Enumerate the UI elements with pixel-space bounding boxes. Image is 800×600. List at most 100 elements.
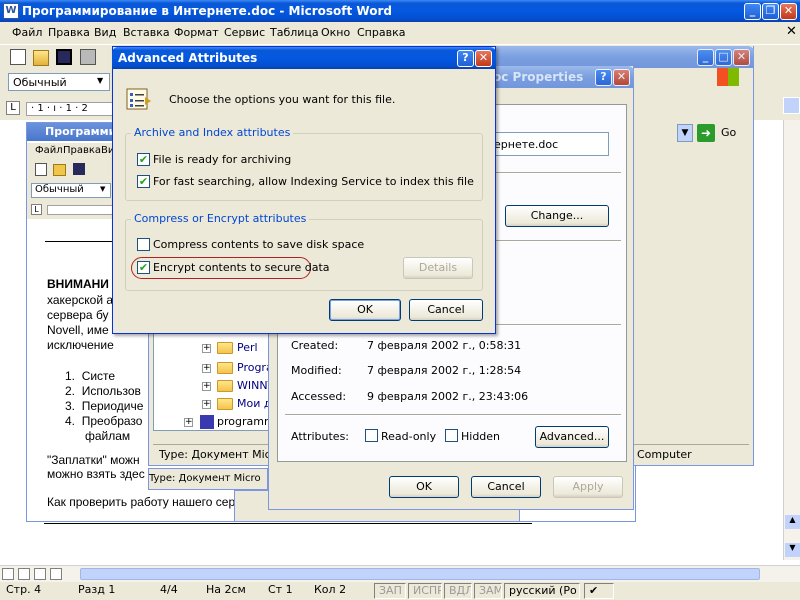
archive-checkbox[interactable]: ✔: [137, 153, 150, 166]
tree-item-programs[interactable]: + Progra: [202, 361, 273, 378]
modified-value: 7 февраля 2002 г., 1:28:54: [367, 364, 522, 377]
inner-menu-edit[interactable]: Правка: [63, 145, 101, 156]
compress-encrypt-group: [125, 219, 483, 291]
properties-list-icon: [125, 87, 153, 111]
status-trk[interactable]: ИСПР: [408, 583, 442, 599]
tree-item-perl[interactable]: + Perl: [202, 341, 258, 358]
advanced-help-button[interactable]: ?: [457, 50, 474, 67]
properties-title: oc Properties: [493, 70, 584, 84]
open-folder-icon[interactable]: [33, 50, 49, 66]
menu-view[interactable]: Вид: [94, 26, 116, 39]
explorer-minimize-button[interactable]: _: [697, 49, 714, 66]
advanced-button[interactable]: Advanced...: [535, 426, 609, 448]
folder-icon: [217, 398, 233, 410]
filename-field[interactable]: ернете.doc: [489, 132, 609, 156]
properties-cancel-button[interactable]: Cancel: [471, 476, 541, 498]
tree-item-programm[interactable]: + programm: [184, 415, 275, 432]
doc-para2-a: "Заплатки" можн: [47, 453, 140, 467]
save-icon[interactable]: [56, 49, 72, 65]
menu-insert[interactable]: Вставка: [123, 26, 170, 39]
readonly-label[interactable]: Read-only: [381, 430, 436, 443]
word-maximize-button[interactable]: ❐: [762, 3, 779, 20]
status-lang: русский (Ро: [504, 583, 580, 599]
word-minimize-button[interactable]: _: [744, 3, 761, 20]
index-label[interactable]: For fast searching, allow Indexing Servi…: [153, 175, 474, 188]
change-button[interactable]: Change...: [505, 205, 609, 227]
go-label: Go: [721, 126, 737, 139]
hscroll-thumb[interactable]: [80, 568, 760, 580]
advanced-title-bar[interactable]: Advanced Attributes: [112, 47, 496, 69]
word-title-bar[interactable]: Программирование в Интернете.doc - Micro…: [0, 0, 800, 22]
inner-save-icon[interactable]: [73, 163, 85, 175]
new-document-icon[interactable]: [10, 49, 26, 65]
status-at: На 2см: [206, 583, 246, 596]
view-normal-icon[interactable]: [2, 568, 14, 580]
tab-selector[interactable]: L: [6, 101, 20, 115]
view-print-icon[interactable]: [34, 568, 46, 580]
status-ovr[interactable]: ЗАМ: [474, 583, 502, 599]
menu-edit[interactable]: Правка: [48, 26, 90, 39]
archive-label[interactable]: File is ready for archiving: [153, 153, 291, 166]
print-icon[interactable]: [80, 49, 96, 65]
scroll-next-page-icon[interactable]: ▼: [785, 543, 800, 557]
advanced-cancel-button[interactable]: Cancel: [409, 299, 483, 321]
go-button[interactable]: ➜ Go: [697, 124, 743, 142]
details-button[interactable]: Details: [403, 257, 473, 279]
drive-icon: [200, 415, 214, 429]
hidden-label[interactable]: Hidden: [461, 430, 500, 443]
menu-help[interactable]: Справка: [357, 26, 405, 39]
menu-window[interactable]: Окно: [321, 26, 350, 39]
properties-help-button[interactable]: ?: [595, 69, 612, 86]
inner-style-dropdown[interactable]: Обычный ▼: [31, 183, 111, 198]
compress-group-title: Compress or Encrypt attributes: [131, 212, 310, 225]
tree-item-mydocs[interactable]: + Мои д: [202, 397, 271, 414]
word-vertical-scrollbar[interactable]: ▲ ▼: [783, 120, 800, 560]
inner-ruler-strip[interactable]: [47, 205, 117, 215]
readonly-checkbox[interactable]: [365, 429, 378, 442]
encrypt-checkbox[interactable]: ✔: [137, 261, 150, 274]
doc-line-4: исключение: [47, 338, 114, 352]
word-vertical-scrollbar-up[interactable]: [783, 97, 800, 114]
explorer-maximize-button[interactable]: □: [715, 49, 732, 66]
hidden-checkbox[interactable]: [445, 429, 458, 442]
menu-file[interactable]: Файл: [12, 26, 42, 39]
view-outline-icon[interactable]: [50, 568, 62, 580]
doc-para2: "Заплатки" можн можно взять здес: [47, 453, 157, 481]
word-close-button[interactable]: ✕: [780, 3, 797, 20]
properties-close-button[interactable]: ✕: [613, 69, 630, 86]
explorer-close-button[interactable]: ✕: [733, 49, 750, 66]
explorer-flag-icon: [717, 68, 739, 86]
status-ext[interactable]: ВДЛ: [444, 583, 472, 599]
view-web-icon[interactable]: [18, 568, 30, 580]
address-dropdown-button[interactable]: ▼: [677, 124, 693, 142]
ruler-strip[interactable]: · 1 · ı · 1 · 2: [26, 102, 116, 116]
inner-style-value: Обычный: [35, 184, 84, 195]
menu-close-doc-icon[interactable]: ✕: [786, 24, 797, 39]
properties-apply-button[interactable]: Apply: [553, 476, 623, 498]
compress-checkbox[interactable]: [137, 238, 150, 251]
menu-tools[interactable]: Сервис: [224, 26, 265, 39]
index-checkbox[interactable]: ✔: [137, 175, 150, 188]
status-rec[interactable]: ЗАП: [374, 583, 406, 599]
encrypt-label[interactable]: Encrypt contents to secure data: [153, 261, 330, 274]
inner-open-icon[interactable]: [53, 164, 66, 176]
scroll-prev-page-icon[interactable]: ▲: [785, 515, 800, 529]
inner-new-icon[interactable]: [35, 163, 47, 176]
advanced-attributes-dialog: Advanced Attributes ? ✕ Choose the optio…: [112, 46, 496, 334]
explorer-status-type: Type: Документ Micro: [159, 448, 282, 461]
spelling-status-icon[interactable]: ✔: [584, 583, 614, 599]
menu-table[interactable]: Таблица: [270, 26, 319, 39]
menu-format[interactable]: Формат: [174, 26, 219, 39]
tree-item-winnt[interactable]: + WINNT: [202, 379, 274, 396]
word-app-icon[interactable]: W: [3, 3, 19, 19]
advanced-close-button[interactable]: ✕: [475, 50, 492, 67]
explorer-status-computer: Computer: [637, 448, 692, 461]
properties-ok-button[interactable]: OK: [389, 476, 459, 498]
compress-label[interactable]: Compress contents to save disk space: [153, 238, 364, 251]
word-horizontal-scrollbar[interactable]: [0, 565, 800, 582]
inner-tab-selector[interactable]: L: [31, 204, 42, 215]
inner-menu-file[interactable]: Файл: [35, 145, 63, 156]
properties-separator-4: [285, 414, 621, 416]
advanced-ok-button[interactable]: OK: [329, 299, 401, 321]
style-dropdown[interactable]: Обычный ▼: [8, 73, 110, 91]
